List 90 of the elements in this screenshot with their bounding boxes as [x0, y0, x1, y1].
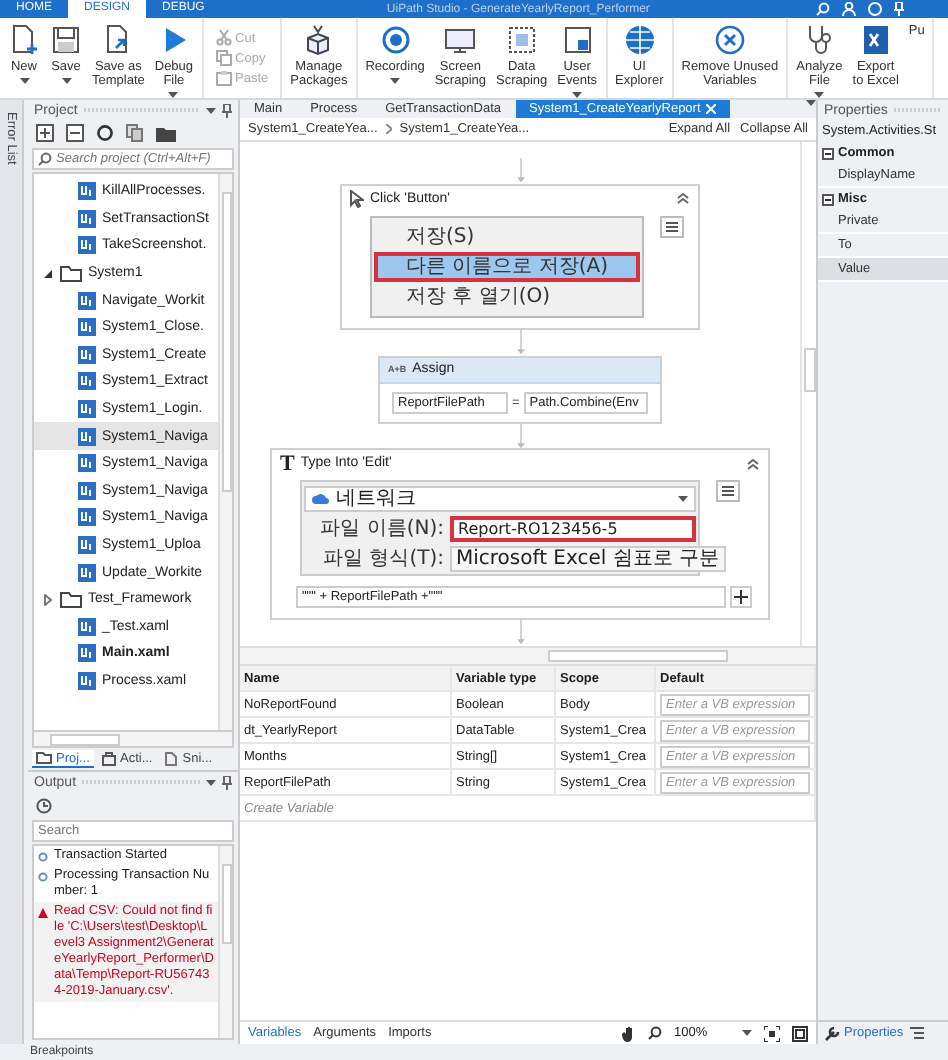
file-icon — [78, 671, 96, 690]
scrollbar[interactable] — [240, 648, 816, 666]
monitor-icon — [444, 24, 477, 56]
pin-icon[interactable] — [222, 775, 232, 789]
new-document-icon — [8, 24, 40, 56]
scrollbar[interactable] — [32, 732, 234, 748]
collapse-all-icon[interactable] — [66, 124, 84, 142]
file-icon — [78, 345, 96, 364]
chevron-icon — [385, 124, 392, 134]
record-icon — [379, 24, 412, 56]
folder-icon — [60, 591, 82, 608]
file-icon — [78, 644, 96, 663]
globe-icon — [623, 24, 656, 56]
caret-icon — [206, 779, 216, 785]
expand-all-icon[interactable] — [36, 124, 54, 142]
grid-icon — [505, 24, 538, 56]
file-icon — [78, 182, 96, 201]
hand-icon[interactable] — [620, 1025, 636, 1041]
search-icon[interactable] — [648, 1026, 662, 1040]
file-icon — [78, 454, 96, 473]
search-icon — [38, 152, 52, 166]
window-icon — [561, 24, 594, 56]
file-icon — [78, 508, 96, 527]
close-icon[interactable] — [706, 104, 717, 114]
menu-icon[interactable] — [716, 480, 740, 503]
clock-icon[interactable] — [36, 797, 52, 813]
file-icon — [78, 209, 96, 228]
filetype-field: Microsoft Excel 쉼표로 구분 — [450, 545, 726, 572]
file-icon — [78, 318, 96, 337]
add-button[interactable] — [730, 586, 752, 609]
caret-icon — [742, 1030, 752, 1036]
folder-icon — [60, 265, 82, 282]
collapse-icon[interactable] — [822, 147, 834, 159]
folder-icon[interactable] — [156, 125, 176, 141]
menu-item: 저장 후 열기(O) — [404, 283, 553, 312]
file-icon — [78, 427, 96, 446]
expanded-icon[interactable] — [44, 269, 52, 278]
caret-icon — [19, 78, 29, 84]
clipboard-icon — [215, 70, 232, 86]
wrench-icon — [824, 1025, 840, 1041]
file-icon — [78, 563, 96, 582]
connector-arrow — [513, 423, 527, 449]
warning-icon — [38, 908, 48, 918]
scrollbar[interactable] — [800, 142, 816, 646]
pointer-icon — [350, 189, 364, 208]
collapsed-icon[interactable] — [44, 593, 52, 606]
connector-arrow — [513, 620, 527, 646]
copy-icon[interactable] — [126, 124, 144, 142]
outline-icon[interactable] — [909, 1026, 924, 1040]
scrollbar[interactable] — [218, 174, 232, 730]
filename-field: Report-RO123456-5 — [450, 515, 696, 542]
overview-icon[interactable] — [792, 1025, 808, 1041]
type-icon: T — [280, 451, 295, 476]
connector-arrow — [513, 329, 527, 355]
collapse-icon[interactable] — [676, 192, 690, 205]
file-icon — [78, 236, 96, 255]
caret-icon — [390, 78, 401, 84]
menu-item: 다른 이름으로 저장(A) — [374, 251, 641, 282]
person-icon[interactable] — [842, 2, 856, 16]
field-label: 파일 형식(T): — [321, 546, 444, 573]
close-circle-icon — [713, 24, 746, 56]
scrollbar[interactable] — [218, 846, 232, 1038]
pin-icon[interactable] — [222, 103, 232, 117]
caret-icon — [206, 107, 216, 113]
save-icon — [50, 24, 82, 56]
location-dropdown: 네트워크 — [304, 485, 696, 512]
file-icon — [78, 536, 96, 555]
fit-screen-icon[interactable] — [764, 1025, 780, 1041]
folder-icon — [36, 752, 52, 764]
scissors-icon — [215, 30, 232, 46]
menu-item: 저장(S) — [404, 223, 477, 252]
box-icon — [302, 24, 335, 56]
connector-arrow — [513, 158, 527, 184]
file-icon — [78, 617, 96, 636]
file-icon — [78, 372, 96, 391]
menu-icon[interactable] — [660, 215, 685, 238]
briefcase-icon — [101, 752, 116, 766]
stethoscope-icon — [803, 24, 836, 56]
caret-icon — [61, 78, 71, 84]
document-icon — [164, 752, 179, 766]
field-label: 파일 이름(N): — [318, 516, 444, 543]
collapse-icon[interactable] — [746, 457, 760, 470]
caret-icon — [678, 495, 688, 502]
file-icon — [78, 481, 96, 500]
file-icon — [78, 291, 96, 310]
spreadsheet-icon — [859, 24, 892, 56]
file-icon — [78, 400, 96, 419]
cloud-icon — [312, 492, 330, 505]
copy-icon — [215, 50, 232, 66]
collapse-icon[interactable] — [822, 193, 834, 205]
